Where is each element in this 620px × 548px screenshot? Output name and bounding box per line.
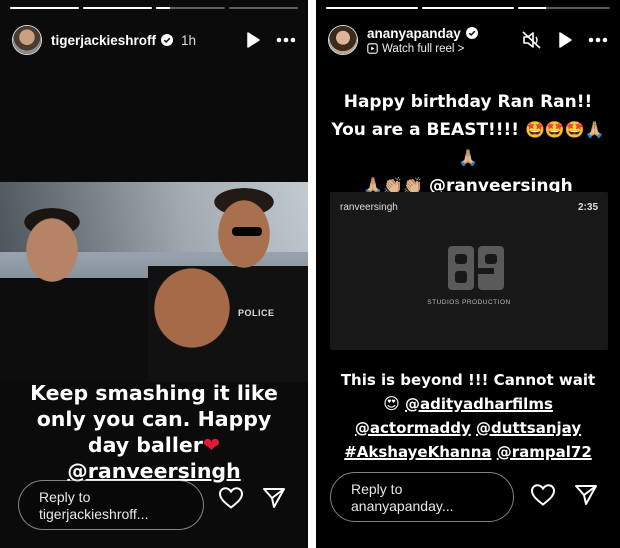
studio-logo-icon [448, 246, 504, 290]
mention-link[interactable]: @adityadharfilms [405, 395, 553, 413]
caption-text: This is beyond !!! Cannot wait [340, 371, 596, 389]
progress-bar [10, 7, 298, 9]
progress-bar [326, 7, 610, 9]
verified-badge-icon [161, 34, 174, 46]
avatar[interactable] [328, 25, 358, 55]
heart-emoji: ❤ [202, 433, 221, 457]
play-icon[interactable] [246, 32, 260, 48]
mention-link[interactable]: @duttsanjay [476, 419, 581, 437]
story-text-bottom: This is beyond !!! Cannot wait 😍 @aditya… [330, 368, 606, 464]
photo-text: POLICE [238, 308, 275, 318]
reply-placeholder-line1: Reply to [351, 481, 403, 497]
heart-icon[interactable] [530, 483, 556, 512]
progress-segment [10, 7, 79, 9]
send-icon[interactable] [262, 486, 286, 515]
progress-segment [229, 7, 298, 9]
progress-segment [422, 7, 514, 9]
studio-label: STUDIOS PRODUCTION [427, 299, 511, 306]
story-text-top: Happy birthday Ran Ran!! You are a BEAST… [330, 88, 606, 200]
shared-reel[interactable]: ranveersingh 2:35 STUDIOS PRODUCTION [330, 192, 608, 350]
avatar[interactable] [12, 25, 42, 55]
caption-text: Keep smashing it like only you can. Happ… [30, 381, 278, 457]
reply-input[interactable]: Reply to tigerjackieshroff... [18, 480, 204, 530]
reel-icon [367, 43, 378, 54]
play-icon[interactable] [558, 32, 572, 48]
heart-icon[interactable] [218, 486, 244, 515]
reel-username: ranveersingh [340, 202, 398, 213]
mention-link[interactable]: @actormaddy [355, 419, 471, 437]
more-icon[interactable] [588, 37, 608, 43]
story-right[interactable]: ananyapanday Watch full reel > Happy bir… [316, 0, 620, 548]
username[interactable]: tigerjackieshroff [51, 33, 156, 48]
story-caption: Keep smashing it like only you can. Happ… [20, 380, 288, 484]
progress-segment [518, 7, 610, 9]
reel-duration: 2:35 [577, 202, 598, 213]
emoji: 😍 [383, 394, 400, 413]
reply-input[interactable]: Reply to ananyapanday... [330, 472, 514, 522]
story-left[interactable]: tigerjackieshroff 1h POLICE Keep smashin… [0, 0, 308, 548]
reply-placeholder-line1: Reply to [39, 489, 91, 505]
more-icon[interactable] [276, 37, 296, 43]
hashtag-link[interactable]: #AkshayeKhanna [344, 443, 491, 461]
post-time: 1h [181, 32, 197, 48]
send-icon[interactable] [574, 483, 598, 512]
mute-icon[interactable] [522, 31, 542, 49]
story-header: tigerjackieshroff 1h [12, 22, 296, 58]
progress-segment [156, 7, 225, 9]
story-header: ananyapanday Watch full reel > [328, 22, 608, 58]
progress-segment [83, 7, 152, 9]
reply-placeholder-line2: tigerjackieshroff... [39, 506, 149, 522]
verified-badge-icon [465, 27, 478, 39]
username[interactable]: ananyapanday [367, 26, 461, 41]
progress-segment [326, 7, 418, 9]
mention-link[interactable]: @rampal72 [497, 443, 592, 461]
watch-full-reel-link[interactable]: Watch full reel > [367, 43, 478, 55]
watch-full-reel-label: Watch full reel > [382, 42, 465, 55]
story-photo: POLICE [0, 182, 308, 382]
reply-placeholder-line2: ananyapanday... [351, 498, 454, 514]
